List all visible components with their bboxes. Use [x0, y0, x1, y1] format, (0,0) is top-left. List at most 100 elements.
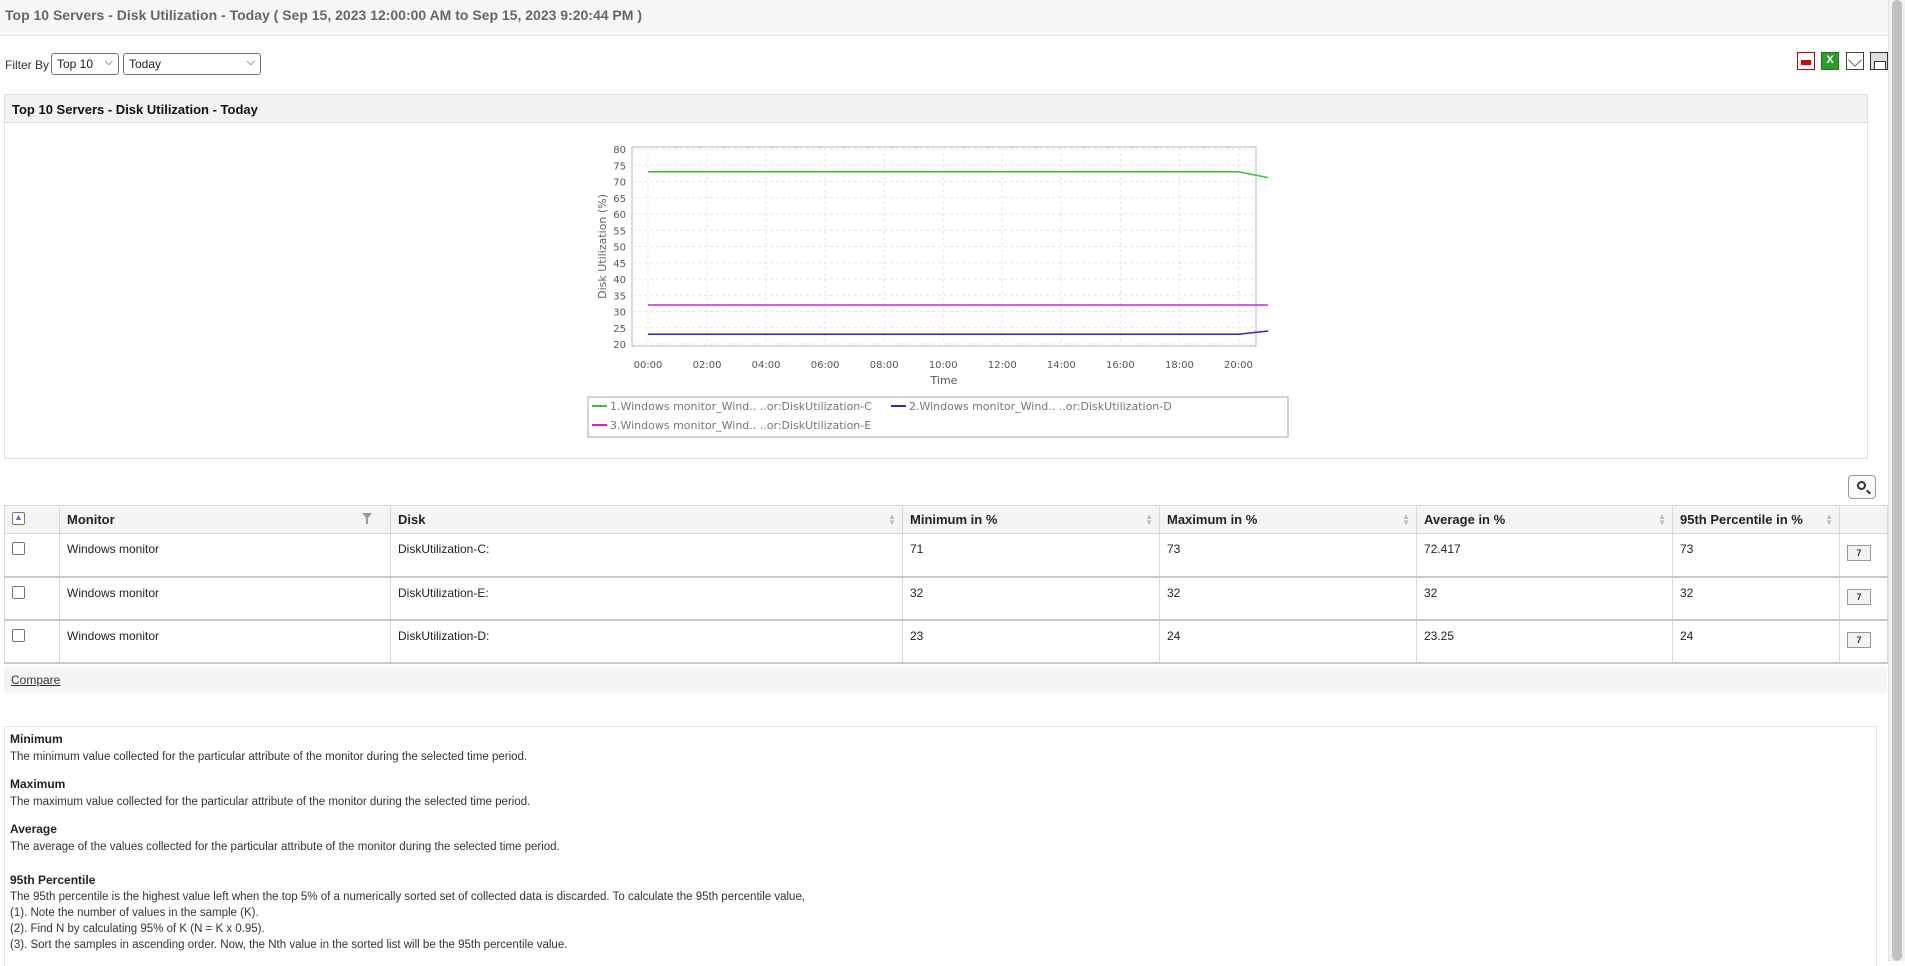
y-tick-label: 50 — [613, 243, 626, 254]
period-select-value: Today — [129, 57, 162, 71]
row-details-button[interactable]: 7 — [1847, 588, 1871, 605]
x-tick-label: 04:00 — [752, 360, 781, 371]
column-header-disk[interactable]: Disk ▲ ▼ — [390, 505, 903, 534]
column-label-monitor: Monitor — [67, 512, 115, 527]
email-icon[interactable] — [1845, 52, 1864, 70]
column-header-95th-percentile[interactable]: 95th Percentile in % ▲ ▼ — [1672, 505, 1840, 534]
table-row: Windows monitor DiskUtilization-D: 23 24… — [4, 619, 1888, 664]
y-tick-label: 80 — [613, 145, 626, 156]
y-tick-label: 25 — [613, 324, 626, 335]
definitions-panel: Minimum The minimum value collected for … — [4, 726, 1877, 966]
compare-link[interactable]: Compare — [11, 673, 60, 687]
x-tick-label: 18:00 — [1165, 360, 1194, 371]
x-axis-label: Time — [930, 374, 958, 387]
chart-panel-title: Top 10 Servers - Disk Utilization - Toda… — [5, 95, 1867, 123]
y-tick-label: 75 — [613, 161, 626, 172]
column-header-monitor[interactable]: Monitor — [59, 505, 391, 534]
chevron-down-icon: ⌵ — [246, 56, 255, 68]
top-n-select[interactable]: Top 10 ⌵ — [51, 53, 119, 75]
monitor-cell: Windows monitor — [59, 576, 391, 621]
maximum-description: The maximum value collected for the part… — [10, 796, 531, 808]
column-header-average[interactable]: Average in % ▲ ▼ — [1416, 505, 1673, 534]
legend-item-1: 1.Windows monitor_Wind.. ..or:DiskUtiliz… — [610, 400, 872, 413]
row-checkbox[interactable] — [12, 628, 25, 642]
legend-item-2: 2.Windows monitor_Wind.. ..or:DiskUtiliz… — [909, 400, 1172, 413]
p95-step-2: (2). Find N by calculating 95% of K (N =… — [10, 923, 265, 935]
period-select[interactable]: Today ⌵ — [123, 53, 261, 75]
x-tick-label: 08:00 — [870, 360, 899, 371]
filter-icon[interactable] — [362, 513, 372, 524]
row-select-cell — [4, 619, 60, 664]
x-tick-label: 12:00 — [988, 360, 1017, 371]
x-tick-label: 14:00 — [1047, 360, 1076, 371]
y-tick-label: 45 — [613, 259, 626, 270]
p95-term: 95th Percentile — [10, 873, 96, 887]
average-cell: 32 — [1416, 576, 1673, 621]
minimum-term: Minimum — [10, 732, 63, 746]
disk-cell: DiskUtilization-D: — [390, 619, 903, 664]
average-description: The average of the values collected for … — [10, 841, 560, 853]
monitor-cell: Windows monitor — [59, 619, 391, 664]
row-checkbox[interactable] — [12, 585, 25, 599]
p95-step-3: (3). Sort the samples in ascending order… — [10, 939, 568, 951]
p95-step-1: (1). Note the number of values in the sa… — [10, 907, 259, 919]
y-tick-label: 30 — [613, 308, 626, 319]
disk-utilization-chart: 80 75 70 65 60 55 50 45 40 35 30 25 20 00:00 02:00 04:0… — [587, 145, 1289, 438]
x-tick-label: 16:00 — [1106, 360, 1135, 371]
p95-cell: 24 — [1672, 619, 1840, 664]
p95-description: The 95th percentile is the highest value… — [10, 891, 806, 903]
column-label-maximum: Maximum in % — [1167, 512, 1258, 527]
pdf-icon[interactable] — [1796, 52, 1815, 70]
y-tick-label: 35 — [613, 291, 626, 302]
table-row: Windows monitor DiskUtilization-C: 71 73… — [4, 533, 1888, 578]
y-tick-label: 20 — [613, 340, 626, 351]
average-term: Average — [10, 822, 57, 836]
column-label-minimum: Minimum in % — [910, 512, 998, 527]
vertical-scrollbar[interactable] — [1888, 0, 1905, 961]
p95-cell: 73 — [1672, 533, 1840, 578]
row-select-cell — [4, 533, 60, 578]
y-tick-label: 60 — [613, 210, 626, 221]
report-page: Top 10 Servers - Disk Utilization - Toda… — [0, 0, 1888, 966]
row-select-cell — [4, 576, 60, 621]
select-all-cell: ▲ — [4, 505, 60, 534]
p95-cell: 32 — [1672, 576, 1840, 621]
minimum-cell: 71 — [902, 533, 1160, 578]
minimum-cell: 23 — [902, 619, 1160, 664]
maximum-cell: 32 — [1159, 576, 1417, 621]
column-label-disk: Disk — [398, 512, 426, 527]
column-header-maximum[interactable]: Maximum in % ▲ ▼ — [1159, 505, 1417, 534]
x-tick-label: 00:00 — [634, 360, 663, 371]
maximum-term: Maximum — [10, 777, 66, 791]
sort-icon: ▲ ▼ — [1145, 512, 1153, 527]
chart-panel: Top 10 Servers - Disk Utilization - Toda… — [4, 94, 1868, 459]
page-header: Top 10 Servers - Disk Utilization - Toda… — [0, 0, 1888, 36]
disk-cell: DiskUtilization-C: — [390, 533, 903, 578]
row-checkbox[interactable] — [12, 542, 25, 555]
disk-cell: DiskUtilization-E: — [390, 576, 903, 621]
print-icon[interactable] — [1870, 52, 1888, 70]
top-n-select-value: Top 10 — [57, 57, 94, 71]
sort-ascending-icon[interactable]: ▲ — [14, 512, 23, 522]
excel-icon[interactable] — [1821, 52, 1840, 70]
export-toolbar — [1794, 52, 1888, 72]
action-cell: 7 — [1839, 533, 1888, 578]
column-header-actions — [1839, 505, 1888, 534]
search-icon — [1857, 481, 1866, 490]
row-details-button[interactable]: 7 — [1847, 545, 1871, 561]
row-details-button[interactable]: 7 — [1847, 631, 1871, 648]
page-title: Top 10 Servers - Disk Utilization - Toda… — [5, 7, 642, 23]
average-cell: 23.25 — [1416, 619, 1673, 664]
scrollbar-thumb[interactable] — [1892, 0, 1902, 961]
x-tick-label: 06:00 — [811, 360, 840, 371]
sort-icon: ▲ ▼ — [888, 512, 896, 527]
maximum-cell: 73 — [1159, 533, 1417, 578]
maximum-cell: 24 — [1159, 619, 1417, 664]
x-tick-label: 20:00 — [1224, 360, 1253, 371]
column-header-minimum[interactable]: Minimum in % ▲ ▼ — [902, 505, 1160, 534]
filter-by-label: Filter By — [5, 58, 50, 72]
y-tick-label: 40 — [613, 275, 626, 286]
table-header-row: ▲ Monitor Disk ▲ ▼ Minimum in % ▲ ▼ Maximu… — [4, 505, 1888, 534]
table-row: Windows monitor DiskUtilization-E: 32 32… — [4, 576, 1888, 621]
table-search-button[interactable] — [1848, 475, 1876, 499]
